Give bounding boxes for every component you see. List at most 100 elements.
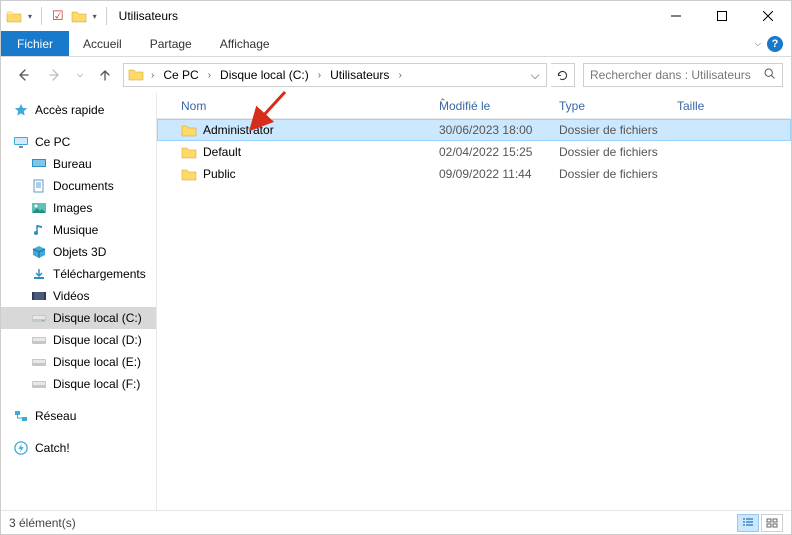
chevron-right-icon[interactable]: › <box>205 70 214 81</box>
search-box[interactable]: Rechercher dans : Utilisateurs <box>583 63 783 87</box>
tree-label: Musique <box>53 223 98 237</box>
tree-drive-c[interactable]: Disque local (C:) <box>1 307 156 329</box>
quick-access-toolbar: ▾ ☑ ▾ <box>5 7 111 25</box>
address-bar[interactable]: › Ce PC › Disque local (C:) › Utilisateu… <box>123 63 547 87</box>
tree-label: Documents <box>53 179 114 193</box>
tree-quick-access[interactable]: Accès rapide <box>1 99 156 121</box>
tree-this-pc[interactable]: Ce PC <box>1 131 156 153</box>
file-name: Default <box>203 145 241 159</box>
view-switcher <box>737 514 783 532</box>
address-folder-icon <box>128 67 144 84</box>
qat-check-icon[interactable]: ☑ <box>48 8 68 24</box>
chevron-right-icon[interactable]: › <box>315 70 324 81</box>
refresh-button[interactable] <box>551 63 575 87</box>
drive-icon <box>31 311 47 325</box>
star-icon <box>13 103 29 117</box>
file-modified: 02/04/2022 15:25 <box>431 145 551 159</box>
tree-catch[interactable]: Catch! <box>1 437 156 459</box>
tree-3d-objects[interactable]: Objets 3D <box>1 241 156 263</box>
music-icon <box>31 223 47 237</box>
tree-music[interactable]: Musique <box>1 219 156 241</box>
tree-label: Disque local (E:) <box>53 355 141 369</box>
app-folder-icon <box>5 7 23 25</box>
tree-desktop[interactable]: Bureau <box>1 153 156 175</box>
desktop-icon <box>31 157 47 171</box>
recent-locations-button[interactable]: ⌵ <box>73 61 87 89</box>
maximize-button[interactable] <box>699 1 745 31</box>
window-title: Utilisateurs <box>119 9 178 23</box>
navigation-tree[interactable]: Accès rapide Ce PC Bureau Documents Imag… <box>1 93 157 510</box>
ribbon-collapse-icon[interactable]: ⌵ <box>755 39 761 49</box>
column-modified[interactable]: Modifié le <box>431 99 551 113</box>
qat-folder-icon[interactable] <box>70 7 88 25</box>
tree-label: Ce PC <box>35 135 70 149</box>
drive-icon <box>31 377 47 391</box>
tree-drive-f[interactable]: Disque local (F:) <box>1 373 156 395</box>
title-bar: ▾ ☑ ▾ Utilisateurs <box>1 1 791 31</box>
qat-down-icon-2[interactable]: ▾ <box>90 12 100 21</box>
tree-documents[interactable]: Documents <box>1 175 156 197</box>
tree-downloads[interactable]: Téléchargements <box>1 263 156 285</box>
file-type: Dossier de fichiers <box>551 145 669 159</box>
chevron-right-icon[interactable]: › <box>395 70 404 81</box>
tree-network[interactable]: Réseau <box>1 405 156 427</box>
folder-icon <box>181 167 197 181</box>
column-type[interactable]: Type <box>551 99 669 113</box>
tree-label: Accès rapide <box>35 103 104 117</box>
picture-icon <box>31 201 47 215</box>
help-icon[interactable]: ? <box>767 36 783 52</box>
back-button[interactable] <box>9 61 37 89</box>
breadcrumb-item[interactable]: Disque local (C:) <box>214 64 315 86</box>
large-icons-view-button[interactable] <box>761 514 783 532</box>
tree-label: Bureau <box>53 157 92 171</box>
tree-images[interactable]: Images <box>1 197 156 219</box>
video-icon <box>31 289 47 303</box>
ribbon: Fichier Accueil Partage Affichage ⌵ ? <box>1 31 791 57</box>
minimize-button[interactable] <box>653 1 699 31</box>
file-row[interactable]: Public 09/09/2022 11:44 Dossier de fichi… <box>157 163 791 185</box>
tree-drive-d[interactable]: Disque local (D:) <box>1 329 156 351</box>
status-count: 3 élément(s) <box>9 516 76 530</box>
tree-label: Images <box>53 201 92 215</box>
breadcrumb-item[interactable]: Utilisateurs <box>324 64 395 86</box>
window-controls <box>653 1 791 31</box>
file-name: Administrator <box>203 123 274 137</box>
folder-icon <box>181 123 197 137</box>
chevron-right-icon[interactable]: › <box>148 70 157 81</box>
navigation-bar: ⌵ › Ce PC › Disque local (C:) › Utilisat… <box>1 57 791 93</box>
up-button[interactable] <box>91 61 119 89</box>
tree-label: Catch! <box>35 441 70 455</box>
forward-button[interactable] <box>41 61 69 89</box>
tab-home[interactable]: Accueil <box>69 31 136 56</box>
tree-label: Disque local (F:) <box>53 377 140 391</box>
column-size[interactable]: Taille <box>669 99 791 113</box>
status-bar: 3 élément(s) <box>1 510 791 534</box>
sort-indicator-icon: ⌃ <box>439 97 447 108</box>
document-icon <box>31 179 47 193</box>
file-rows[interactable]: Administrator 30/06/2023 18:00 Dossier d… <box>157 119 791 510</box>
tab-view[interactable]: Affichage <box>206 31 284 56</box>
file-type: Dossier de fichiers <box>551 167 669 181</box>
search-icon[interactable] <box>763 67 776 83</box>
tree-label: Disque local (C:) <box>53 311 142 325</box>
search-placeholder: Rechercher dans : Utilisateurs <box>590 68 751 82</box>
qat-down-icon[interactable]: ▾ <box>25 12 35 21</box>
drive-icon <box>31 333 47 347</box>
tree-drive-e[interactable]: Disque local (E:) <box>1 351 156 373</box>
file-row[interactable]: Administrator 30/06/2023 18:00 Dossier d… <box>157 119 791 141</box>
drive-icon <box>31 355 47 369</box>
network-icon <box>13 409 29 423</box>
close-button[interactable] <box>745 1 791 31</box>
breadcrumb-item[interactable]: Ce PC <box>157 64 204 86</box>
column-name[interactable]: Nom <box>173 99 431 113</box>
tab-share[interactable]: Partage <box>136 31 206 56</box>
details-view-button[interactable] <box>737 514 759 532</box>
bolt-icon <box>13 441 29 455</box>
file-list: ⌃ Nom Modifié le Type Taille Administrat… <box>157 93 791 510</box>
tree-videos[interactable]: Vidéos <box>1 285 156 307</box>
address-dropdown-icon[interactable]: ⌵ <box>526 68 544 83</box>
file-row[interactable]: Default 02/04/2022 15:25 Dossier de fich… <box>157 141 791 163</box>
file-type: Dossier de fichiers <box>551 123 669 137</box>
file-tab[interactable]: Fichier <box>1 31 69 56</box>
tree-label: Téléchargements <box>53 267 146 281</box>
